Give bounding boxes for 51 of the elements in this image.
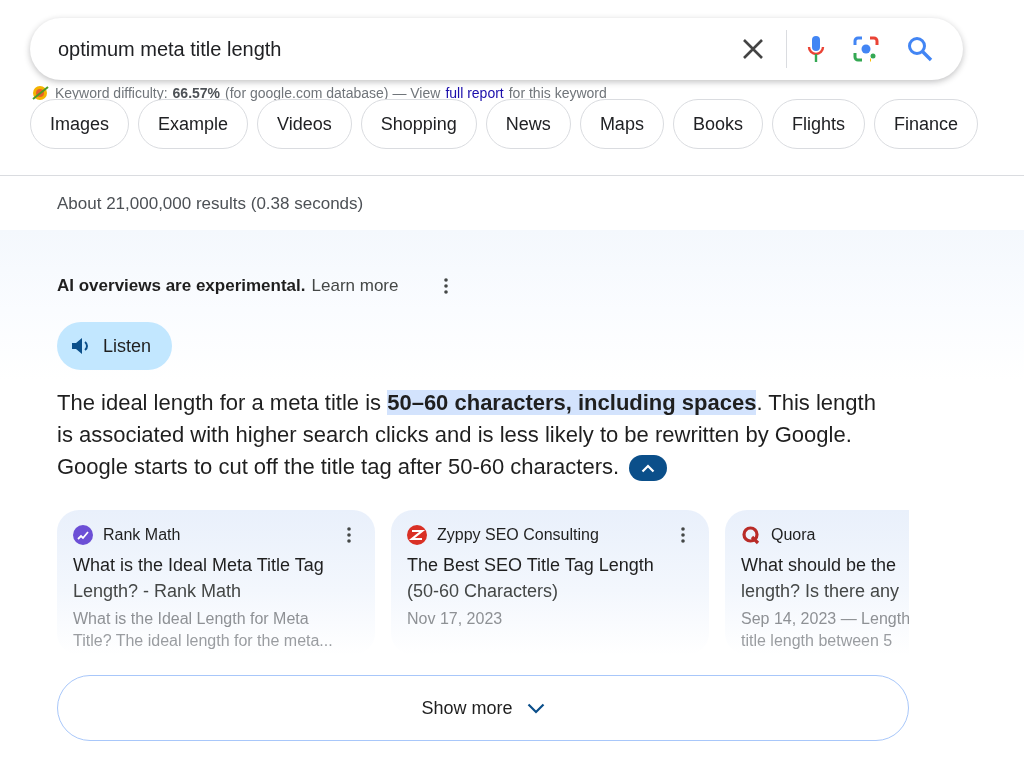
database-note: (for google.com database) — View [225,85,441,101]
site-name: Quora [771,526,816,544]
speaker-icon [71,337,91,355]
source-snippet: Sep 14, 2023 — Length [741,609,909,629]
keyword-difficulty-value: 66.57% [172,85,221,101]
search-field[interactable]: optimum meta title length [30,18,963,80]
more-options-icon[interactable] [681,527,685,543]
result-stats: About 21,000,000 results (0.38 seconds) [57,194,365,215]
source-snippet: Title? The ideal length for the meta... [73,631,334,651]
source-title: The Best SEO Title Tag Length [407,554,655,577]
chevron-down-icon [526,702,545,714]
source-title: Length? - Rank Math [73,580,243,603]
chevron-up-icon [641,463,656,473]
close-icon[interactable] [742,38,764,60]
microphone-icon[interactable] [807,35,825,63]
search-icon[interactable] [907,36,933,62]
source-title: (50-60 Characters) [407,580,560,603]
filter-chip[interactable]: Books [672,99,763,149]
site-logo-icon [73,525,93,545]
site-name: Rank Math [103,526,181,544]
search-input[interactable]: optimum meta title length [58,34,742,64]
show-more-button[interactable]: Show more [57,675,909,741]
full-report-link[interactable]: full report [445,85,504,101]
ai-answer: The ideal length for a meta title is 50–60 characters, including spaces. This length is associated with higher search clicks and is less likely to be rewritten by Google. Google starts to cut off the title tag after 50-60 characters. [57,387,882,483]
camera-icon[interactable] [853,36,879,62]
filter-chip[interactable]: Maps [579,99,664,149]
more-options-icon[interactable] [347,527,351,543]
filter-chip[interactable]: Videos [257,99,352,149]
source-snippet: Nov 17, 2023 [407,609,504,629]
site-logo-icon [741,525,761,545]
site-name: Zyppy SEO Consulting [437,526,599,544]
filter-chip[interactable]: News [485,99,571,149]
site-logo-icon [407,525,427,545]
keyword-note: for this keyword [508,85,607,101]
source-title: What is the Ideal Meta Title Tag [73,554,325,577]
listen-button[interactable]: Listen [57,322,172,370]
filter-chip[interactable]: Shopping [360,99,477,149]
filter-chip[interactable]: Example [138,99,249,149]
source-title: length? Is there any [741,580,901,603]
source-title: What should be the [741,554,898,577]
seoquake-logo-icon [31,84,50,102]
learn-more-link[interactable]: Learn more [311,276,399,296]
filter-chip[interactable]: Images [30,99,130,149]
filter-chip[interactable]: Finance [873,99,978,149]
source-snippet: title length between 5 [741,631,894,651]
experimental-notice: AI overviews are experimental. [57,276,306,296]
source-snippet: What is the Ideal Length for Meta [73,609,310,629]
filter-chip[interactable]: Flights [771,99,865,149]
more-options-icon[interactable] [444,278,449,294]
keyword-difficulty-label: Keyword difficulty: [55,85,168,101]
collapse-button[interactable] [629,455,668,482]
